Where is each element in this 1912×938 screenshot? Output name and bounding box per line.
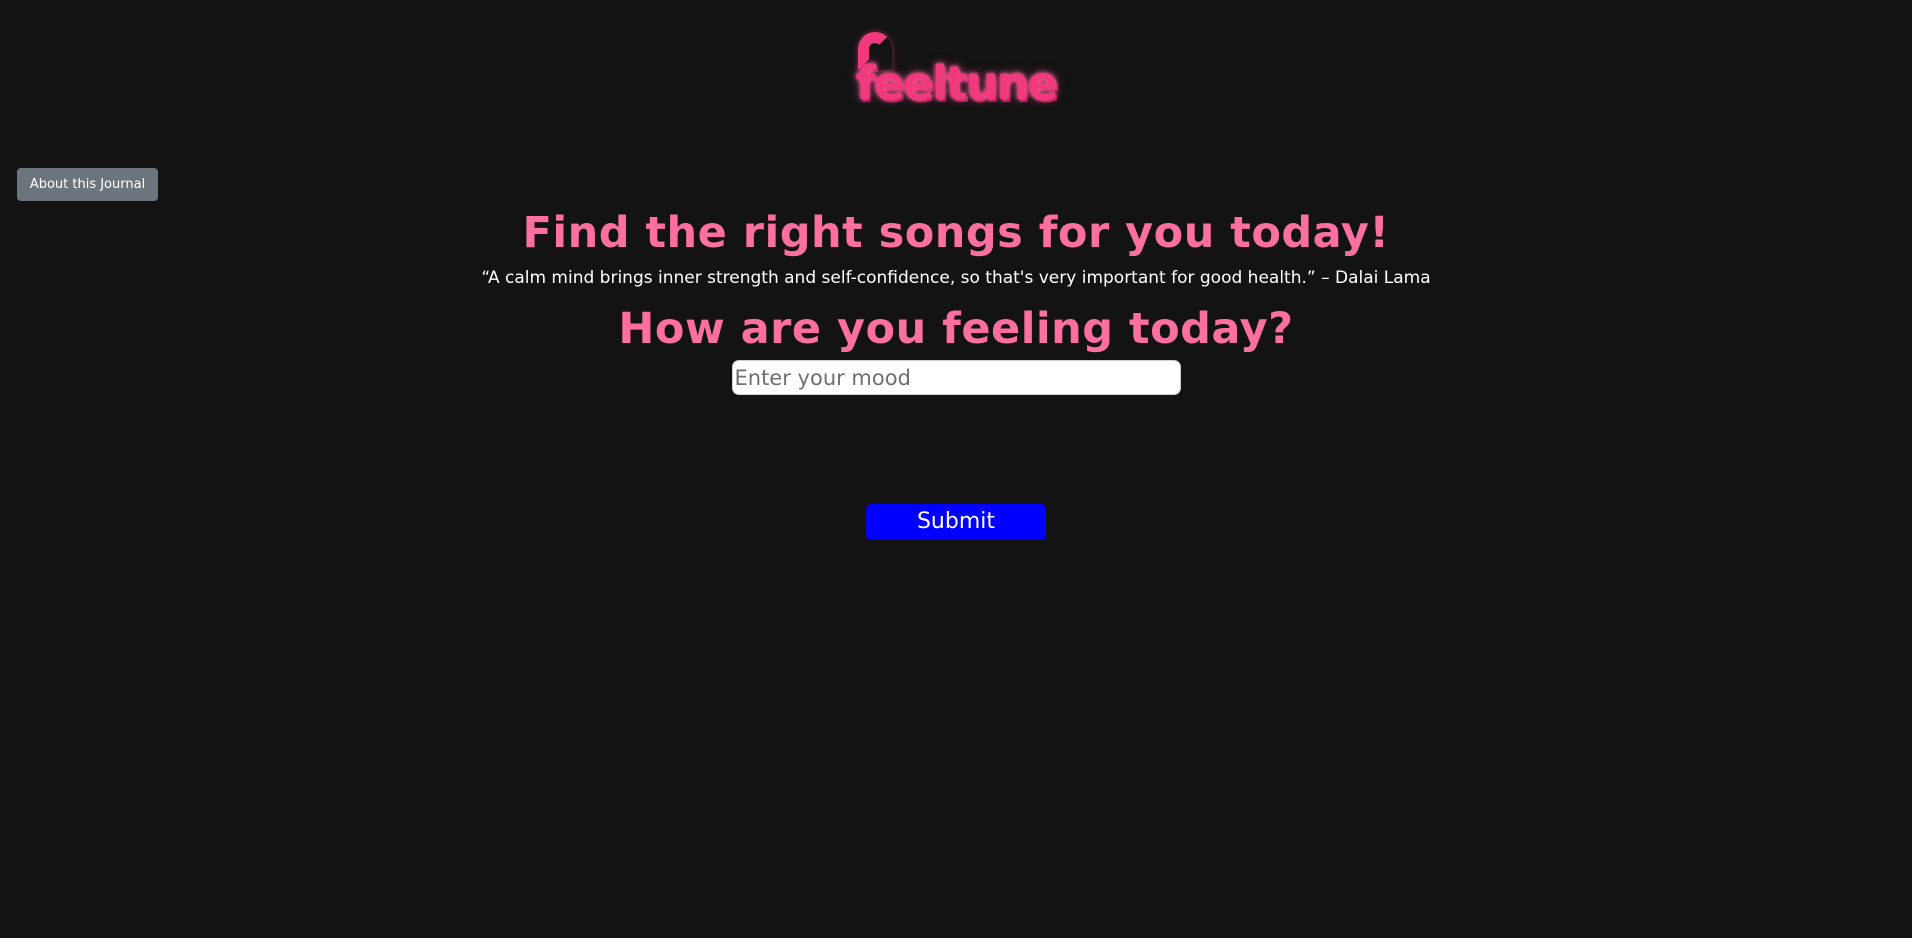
- logo-f-hook-shape: [857, 32, 892, 70]
- logo-wordmark: feeltune: [856, 32, 1058, 106]
- mood-question-heading: How are you feeling today?: [618, 304, 1294, 354]
- mood-input[interactable]: [731, 360, 1181, 395]
- quote-text: “A calm mind brings inner strength and s…: [481, 268, 1431, 288]
- feeltune-logo: feeltune: [0, 32, 1912, 106]
- page-title: Find the right songs for you today!: [522, 208, 1390, 258]
- main-content: Find the right songs for you today! “A c…: [0, 204, 1912, 540]
- about-journal-button[interactable]: About this Journal: [17, 168, 158, 201]
- submit-button[interactable]: Submit: [866, 504, 1046, 540]
- logo-text: feeltune: [855, 56, 1059, 110]
